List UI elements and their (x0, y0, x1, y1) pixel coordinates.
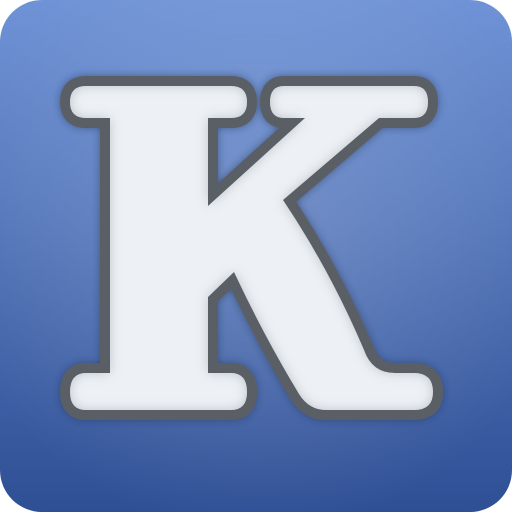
k-logo-icon (0, 0, 512, 512)
app-icon[interactable] (0, 0, 512, 512)
